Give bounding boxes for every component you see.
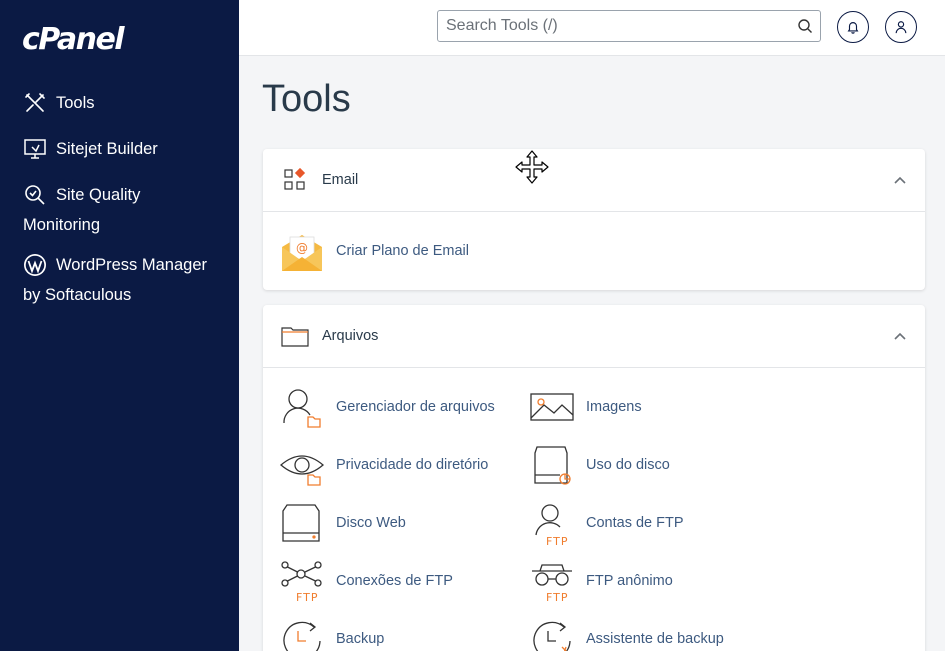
sidebar-item-label: Site Quality [56,186,141,204]
move-cursor-icon [515,150,549,184]
sidebar-item-label: Sitejet Builder [56,140,158,158]
anonymous-ftp-icon: FTP [530,559,574,603]
ftp-tag-label: FTP [546,535,569,545]
tool-privacidade-do-diretorio[interactable]: Privacidade do diretório [280,443,488,487]
backup-wizard-icon [530,617,574,651]
tool-label: Assistente de backup [586,631,724,647]
ftp-accounts-icon: FTP [530,501,574,545]
web-disk-icon [280,501,324,545]
tool-label: FTP anônimo [586,573,673,589]
chevron-up-icon[interactable] [893,173,907,187]
section-title: Email [322,172,359,188]
tool-label: Gerenciador de arquivos [336,399,495,415]
backup-icon [280,617,324,651]
ftp-connections-icon: FTP [280,559,324,603]
sidebar-item-label-line2: Monitoring [23,216,101,234]
sidebar-nav: Tools Sitejet Builder Site Quality Monit… [0,86,239,310]
tool-backup[interactable]: Backup [280,617,384,651]
section-title: Arquivos [322,328,379,344]
tool-label: Uso do disco [586,457,670,473]
images-icon [530,385,574,429]
tool-criar-plano-de-email[interactable]: @ Criar Plano de Email [280,229,469,273]
tool-disco-web[interactable]: Disco Web [280,501,406,545]
tools-icon [23,91,47,115]
user-menu-button[interactable] [885,11,917,43]
tool-assistente-de-backup[interactable]: Assistente de backup [530,617,724,651]
apps-grid-icon [280,165,310,195]
top-bar [239,0,945,56]
chevron-up-icon[interactable] [893,329,907,343]
sidebar-item-label-line2: by Softaculous [23,286,132,304]
ftp-tag-label: FTP [546,591,569,603]
tool-conexoes-de-ftp[interactable]: FTP Conexões de FTP [280,559,453,603]
section-header-email[interactable]: Email [263,149,925,212]
sidebar-item-label: WordPress Manager [56,256,208,274]
svg-text:@: @ [296,241,308,255]
magnifier-check-icon [23,183,47,207]
tool-label: Conexões de FTP [336,573,453,589]
sidebar-item-site-quality-monitoring[interactable]: Site Quality Monitoring [0,180,239,240]
wordpress-icon [23,253,47,277]
section-header-arquivos[interactable]: Arquivos [263,305,925,368]
sidebar-item-wordpress-manager[interactable]: WordPress Manager by Softaculous [0,250,239,310]
bell-icon [847,22,859,34]
tool-label: Privacidade do diretório [336,457,489,473]
section-arquivos: Arquivos Gerenciador de arquivos Imagens… [263,305,925,651]
tool-gerenciador-de-arquivos[interactable]: Gerenciador de arquivos [280,385,495,429]
file-manager-icon [280,385,324,429]
cpanel-logo[interactable]: cPanel [22,22,125,57]
monitor-icon [23,137,47,161]
tool-uso-do-disco[interactable]: Uso do disco [530,443,670,487]
search-input[interactable] [446,11,786,41]
sidebar-item-tools[interactable]: Tools [0,88,239,118]
directory-privacy-icon [280,443,324,487]
tool-label: Backup [336,631,385,647]
tool-label: Criar Plano de Email [336,243,469,259]
sidebar-item-label: Tools [56,94,95,112]
user-icon [895,21,907,34]
folder-icon [280,321,310,351]
sidebar-item-sitejet-builder[interactable]: Sitejet Builder [0,134,239,164]
sidebar: cPanel Tools Sitejet Builder Site Qualit… [0,0,239,651]
tool-label: Imagens [586,399,642,415]
notifications-button[interactable] [837,11,869,43]
tool-label: Disco Web [336,515,406,531]
tool-imagens[interactable]: Imagens [530,385,642,429]
search-box[interactable] [437,10,821,42]
section-email: Email @ Criar Plano de Email [263,149,925,290]
email-envelope-icon: @ [280,229,324,273]
search-icon[interactable] [797,18,813,34]
tool-ftp-anonimo[interactable]: FTP FTP anônimo [530,559,673,603]
tool-contas-de-ftp[interactable]: FTP Contas de FTP [530,501,684,545]
tool-label: Contas de FTP [586,515,684,531]
page-title: Tools [262,78,351,120]
ftp-tag-label: FTP [296,591,319,603]
disk-usage-icon [530,443,574,487]
